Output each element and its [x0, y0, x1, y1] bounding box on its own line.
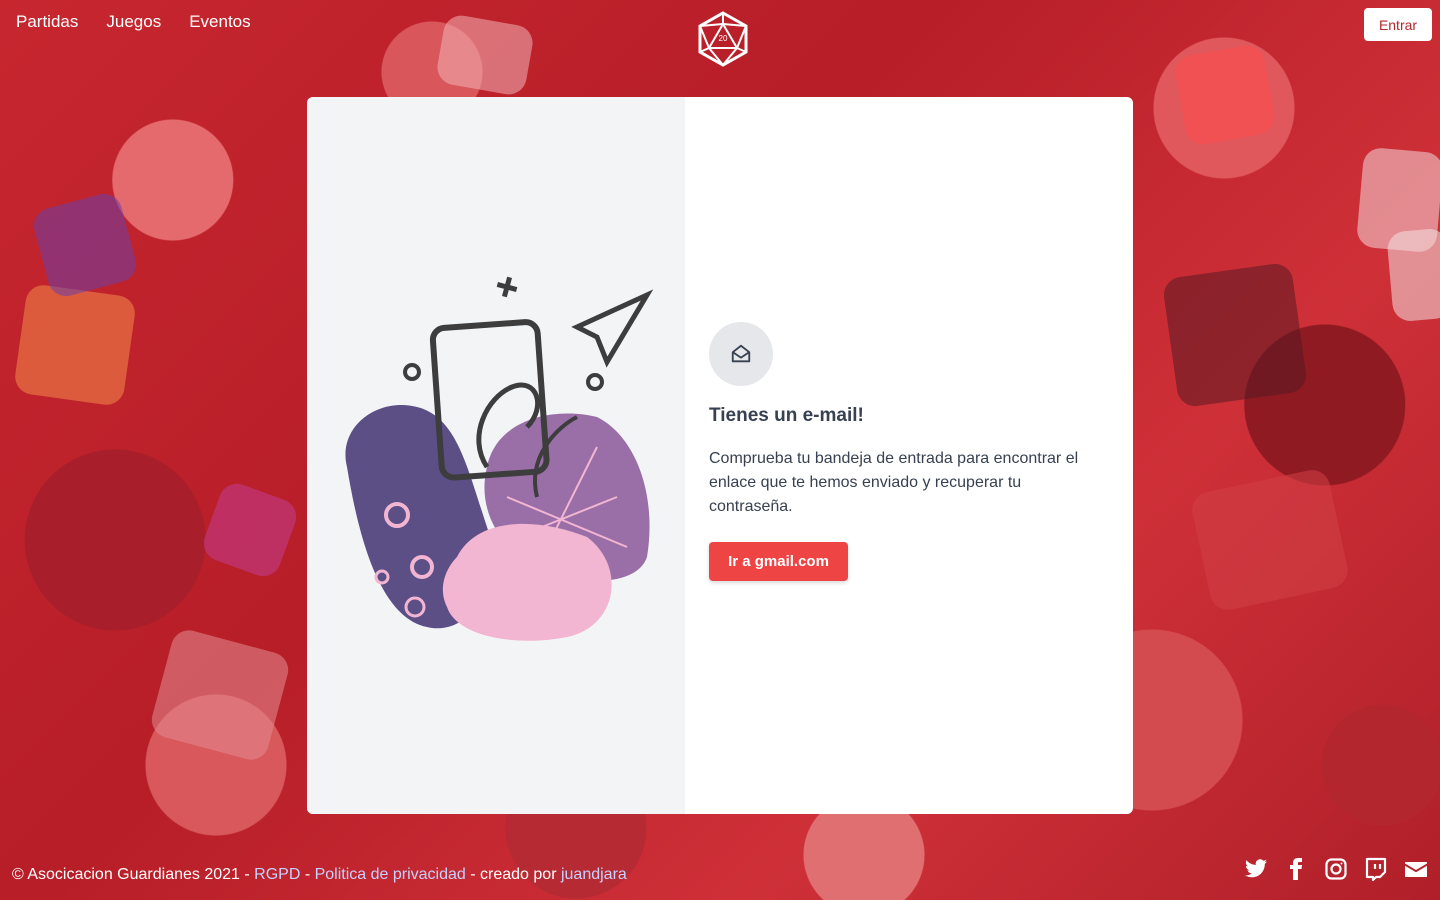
d20-logo-icon[interactable]: 20 [697, 11, 749, 67]
twitch-icon[interactable] [1364, 857, 1388, 881]
footer-separator: - [300, 866, 315, 883]
nav-eventos[interactable]: Eventos [189, 12, 250, 32]
footer-copyright: © Asocicacion Guardianes 2021 - [12, 866, 255, 883]
footer-rgpd-link[interactable]: RGPD [254, 866, 300, 883]
mail-icon[interactable] [1404, 857, 1428, 881]
social-links [1244, 857, 1428, 881]
footer-author-link[interactable]: juandjara [561, 866, 627, 883]
illustration-panel [307, 97, 685, 814]
logo-number: 20 [719, 34, 728, 43]
twitter-icon[interactable] [1244, 857, 1268, 881]
message-panel: Tienes un e-mail! Comprueba tu bandeja d… [685, 97, 1133, 814]
nav-juegos[interactable]: Juegos [106, 12, 161, 32]
footer-privacy-link[interactable]: Politica de privacidad [315, 866, 466, 883]
card-title: Tienes un e-mail! [709, 405, 864, 426]
login-button[interactable]: Entrar [1364, 8, 1432, 41]
icon-circle [709, 322, 773, 386]
card-description: Comprueba tu bandeja de entrada para enc… [709, 450, 1079, 515]
nav-partidas[interactable]: Partidas [16, 12, 78, 32]
footer: © Asocicacion Guardianes 2021 - RGPD - P… [12, 866, 627, 884]
envelope-open-icon [731, 344, 751, 363]
email-sent-card: Tienes un e-mail! Comprueba tu bandeja d… [307, 97, 1133, 814]
main-nav: Partidas Juegos Eventos [16, 12, 251, 32]
facebook-icon[interactable] [1284, 857, 1308, 881]
phone-illustration-icon [345, 276, 654, 641]
footer-created-by: - creado por [465, 866, 561, 883]
go-to-gmail-button[interactable]: Ir a gmail.com [709, 542, 848, 581]
instagram-icon[interactable] [1324, 857, 1348, 881]
